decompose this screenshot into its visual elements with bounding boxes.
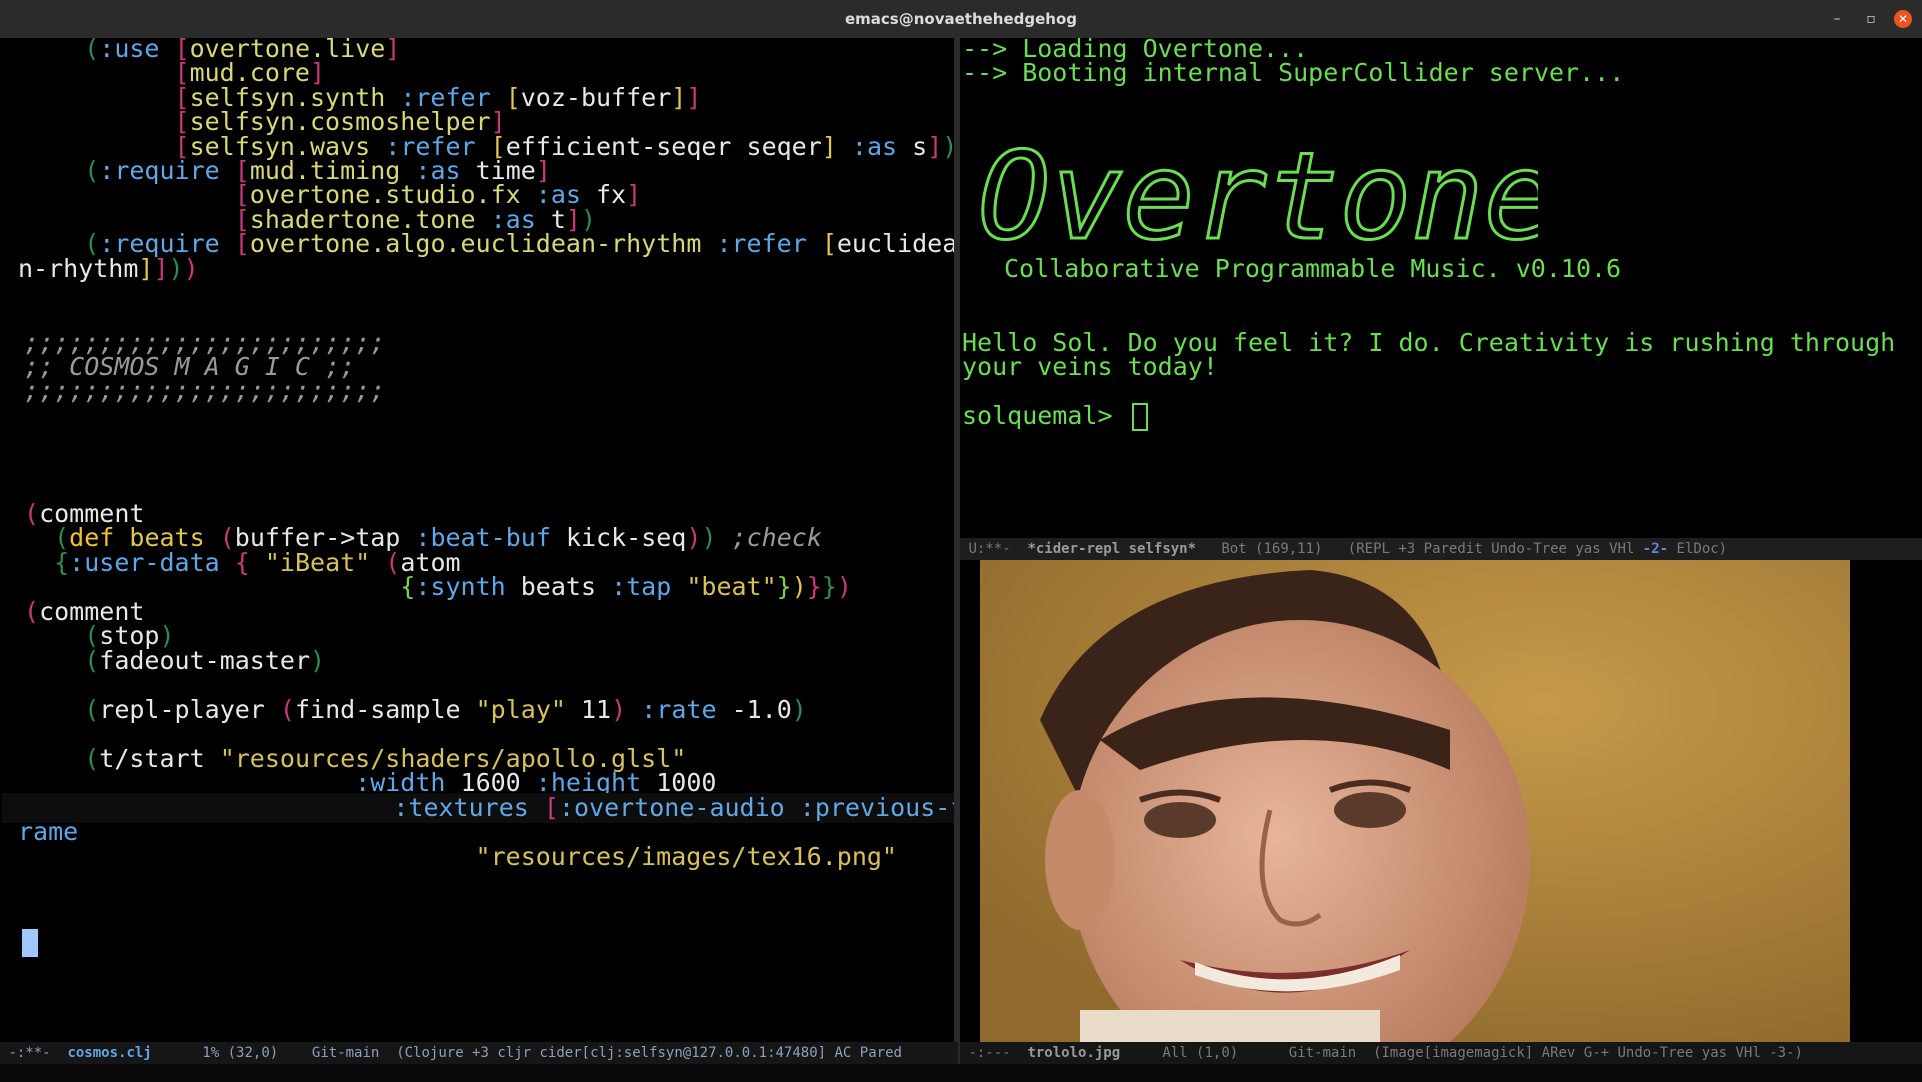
comment-line: ;;;;;;;;;;;;;;;;;;;;;;;; xyxy=(24,376,386,405)
repl-output-line: --> Booting internal SuperCollider serve… xyxy=(962,58,1625,87)
code-line: "resources/images/tex16.png" xyxy=(475,842,897,871)
code-line: n-rhythm]])) xyxy=(18,254,199,283)
modeline-buffer-name[interactable]: trololo.jpg xyxy=(1027,1045,1120,1061)
current-line: :textures [:overtone-audio :previous-f xyxy=(2,793,954,823)
editor-modeline: -:**- cosmos.clj 1% (32,0) Git-main (Clo… xyxy=(0,1042,958,1064)
window-titlebar: emacs@novaethehedgehog xyxy=(0,0,1922,39)
code-line: (repl-player (find-sample "play" 11) :ra… xyxy=(84,695,807,724)
minibuffer[interactable] xyxy=(0,1064,1922,1082)
code-line: {:synth beats :tap "beat"})}}) xyxy=(400,572,852,601)
editor-pane[interactable]: (:use [overtone.live] [mud.core] [selfsy… xyxy=(2,38,954,1040)
image-modeline: -:--- trololo.jpg All (1,0) Git-main (Im… xyxy=(960,1042,1922,1064)
modeline-buffer-name[interactable]: *cider-repl selfsyn* xyxy=(1027,541,1196,557)
window-title: emacs@novaethehedgehog xyxy=(844,10,1078,28)
close-icon[interactable]: ✕ xyxy=(1894,10,1912,28)
repl-pane[interactable]: --> Loading Overtone... --> Booting inte… xyxy=(960,38,1922,538)
modeline-buffer-name[interactable]: cosmos.clj xyxy=(67,1045,151,1061)
text-cursor xyxy=(22,929,38,957)
logo-text: Overtone xyxy=(978,128,1538,267)
maximize-icon[interactable]: ▫ xyxy=(1862,10,1880,28)
repl-modeline: U:**- *cider-repl selfsyn* Bot (169,11) … xyxy=(960,538,1922,560)
repl-greeting: your veins today! xyxy=(962,352,1218,381)
repl-prompt-line[interactable]: solquemal> xyxy=(962,401,1148,431)
repl-cursor xyxy=(1131,403,1148,431)
photo-image xyxy=(980,560,1850,1042)
minimize-icon[interactable]: – xyxy=(1828,10,1846,28)
image-pane xyxy=(960,560,1922,1042)
repl-tagline: Collaborative Programmable Music. v0.10.… xyxy=(1004,254,1622,283)
code-line: (fadeout-master) xyxy=(84,646,326,675)
repl-prompt: solquemal> xyxy=(962,401,1113,430)
